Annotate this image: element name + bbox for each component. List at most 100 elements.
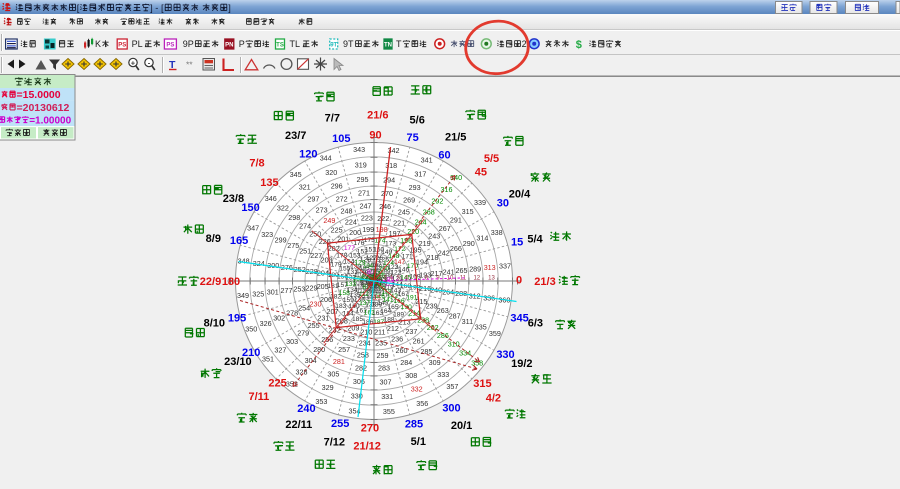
svg-text:334: 334 [459,349,471,358]
svg-text:315: 315 [473,378,491,390]
svg-text:275: 275 [287,241,299,250]
svg-text:345: 345 [290,170,302,179]
svg-text:75: 75 [406,132,418,144]
svg-text:251: 251 [299,246,311,255]
svg-text:PS: PS [166,43,174,49]
svg-text:21/3: 21/3 [534,276,555,288]
svg-text:298: 298 [288,213,300,222]
svg-text:7/11: 7/11 [248,391,269,403]
svg-text:321: 321 [299,183,311,192]
svg-text:327: 327 [274,346,286,355]
svg-text:347: 347 [247,224,259,233]
svg-text:234: 234 [359,338,371,347]
svg-text:295: 295 [357,175,369,184]
svg-text:7/12: 7/12 [324,437,345,449]
svg-text:80: 80 [367,270,374,276]
svg-text:P: P [239,39,245,49]
svg-text:206: 206 [320,295,332,304]
svg-text:311: 311 [462,317,473,326]
svg-text:268: 268 [423,207,435,216]
svg-text:266: 266 [450,244,462,253]
svg-text:4/2: 4/2 [486,393,501,405]
svg-text:300: 300 [442,403,460,415]
svg-text:196: 196 [400,236,412,245]
svg-text:158: 158 [339,290,350,297]
svg-text:274: 274 [299,221,311,230]
svg-text:285: 285 [420,347,432,356]
svg-text:351: 351 [262,355,274,364]
svg-text:291: 291 [450,216,462,225]
svg-text:267: 267 [439,224,451,233]
svg-text:322: 322 [277,204,289,213]
svg-text:309: 309 [429,358,441,367]
svg-text:230: 230 [310,299,322,308]
svg-text:240: 240 [297,403,315,415]
svg-text:147: 147 [394,259,405,266]
svg-text:213: 213 [399,318,411,327]
svg-text:248: 248 [341,206,353,215]
svg-text:323: 323 [261,230,273,239]
svg-text:301: 301 [267,288,279,297]
svg-text:5/4: 5/4 [527,234,543,246]
svg-text:203: 203 [321,256,333,265]
svg-text:5/5: 5/5 [484,153,499,165]
svg-text:318: 318 [385,161,397,170]
svg-text:340: 340 [450,173,462,182]
svg-text:PN: PN [225,43,233,49]
svg-text:210: 210 [360,327,372,336]
svg-text:] - [: ] - [ [150,3,164,13]
svg-text:287: 287 [449,311,461,320]
svg-text:242: 242 [438,249,450,258]
svg-text:20/4: 20/4 [509,189,531,201]
svg-text:349: 349 [237,291,249,300]
svg-text:129: 129 [354,259,365,266]
svg-text:0: 0 [516,275,522,287]
svg-text:[: [ [77,3,80,13]
svg-text:263: 263 [437,306,449,315]
svg-text:320: 320 [325,168,337,177]
svg-text:T: T [396,39,402,49]
svg-text:TL: TL [290,39,301,49]
svg-text:218: 218 [427,253,439,262]
svg-text:120: 120 [299,149,317,161]
svg-text:150: 150 [241,202,259,214]
svg-text:299: 299 [275,236,287,245]
svg-text:133: 133 [345,281,356,288]
svg-text:9T: 9T [343,39,354,49]
svg-text:23/8: 23/8 [223,193,244,205]
svg-text:289: 289 [469,265,481,274]
svg-text:5/6: 5/6 [410,115,425,127]
svg-text:355: 355 [383,407,395,416]
svg-text:341: 341 [421,155,433,164]
svg-text:195: 195 [228,312,246,324]
svg-text:13: 13 [488,276,495,282]
svg-text:237: 237 [405,327,417,336]
svg-text:253: 253 [293,285,305,294]
svg-text:279: 279 [297,329,309,338]
svg-text:326: 326 [260,319,272,328]
svg-text:345: 345 [510,312,528,324]
svg-text:22/9: 22/9 [200,276,221,288]
svg-text:9P: 9P [183,39,194,49]
svg-text:11: 11 [460,276,467,282]
svg-text:9T: 9T [330,43,337,49]
svg-text:343: 343 [353,145,365,154]
svg-text:5/1: 5/1 [411,436,426,448]
svg-text:TS: TS [276,43,284,49]
svg-text:290: 290 [463,239,475,248]
svg-text:332: 332 [411,385,423,394]
svg-text:21/12: 21/12 [353,440,381,452]
svg-text:307: 307 [380,377,392,386]
svg-text:329: 329 [322,383,334,392]
svg-text:255: 255 [331,418,349,430]
svg-text:333: 333 [437,370,449,379]
svg-text:200: 200 [349,228,361,237]
svg-text:19/2: 19/2 [511,358,532,370]
svg-text:21/6: 21/6 [367,110,388,122]
svg-text:297: 297 [307,194,319,203]
svg-text:224: 224 [345,218,357,227]
svg-text:270: 270 [361,422,379,434]
svg-text:246: 246 [379,202,391,211]
svg-text:273: 273 [316,205,328,214]
svg-text:15: 15 [511,237,523,249]
